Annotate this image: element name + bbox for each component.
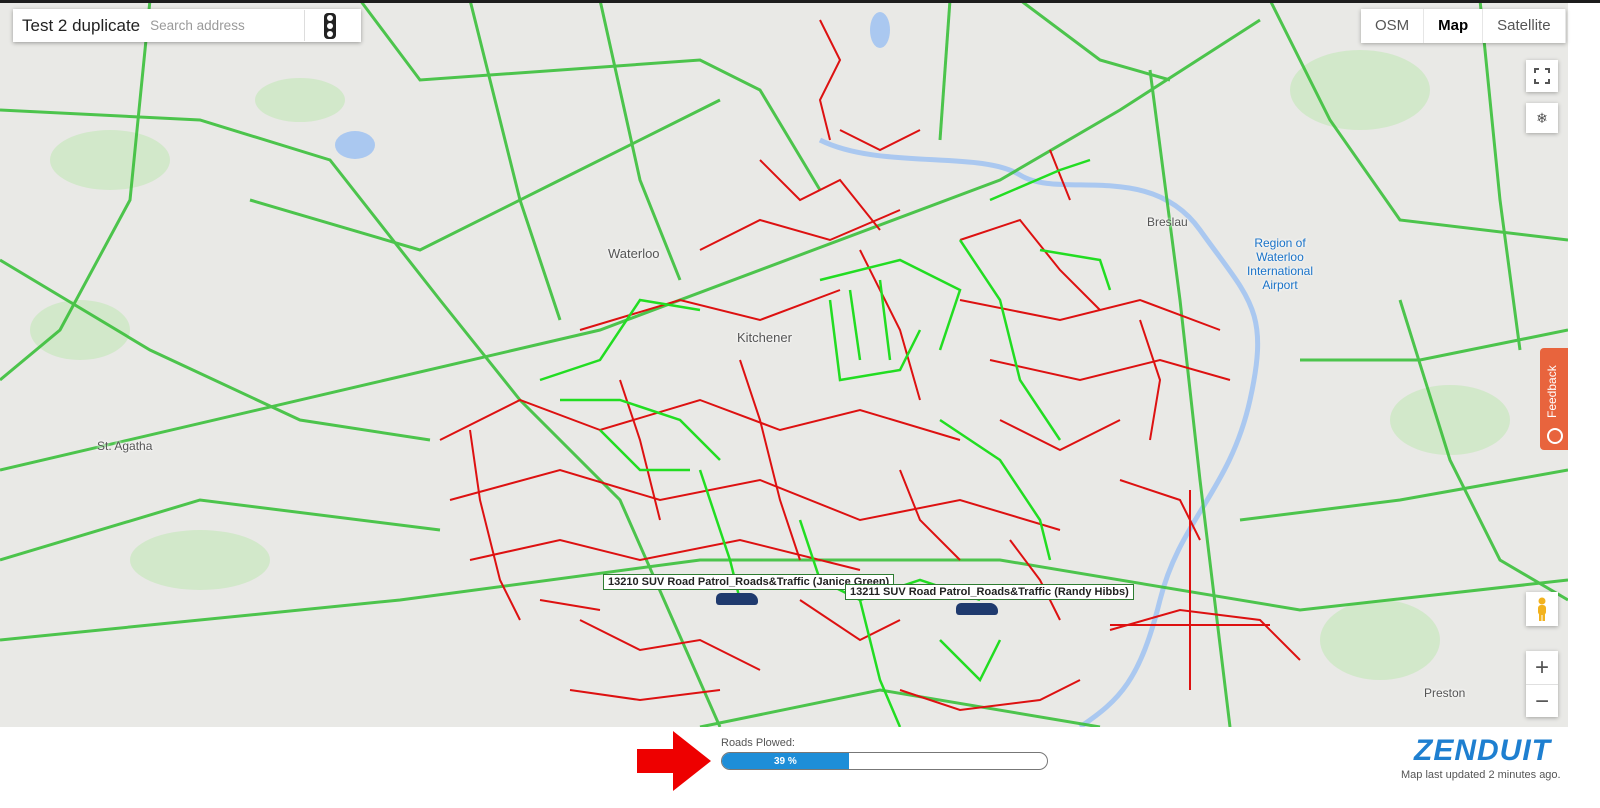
arrow-right-icon: [637, 731, 711, 791]
place-label-airport: Region of Waterloo International Airport: [1246, 236, 1314, 292]
snow-layer-button[interactable]: ❄: [1526, 103, 1558, 133]
map-type-map[interactable]: Map: [1424, 9, 1484, 43]
fullscreen-icon: [1534, 68, 1550, 84]
title-search-panel: Test 2 duplicate: [13, 9, 361, 42]
feedback-label: Feedback: [1545, 365, 1559, 418]
feedback-tab[interactable]: Feedback: [1540, 348, 1568, 450]
map-title: Test 2 duplicate: [22, 15, 141, 35]
map-roads: [0, 0, 1568, 727]
map-type-switch: OSM Map Satellite: [1361, 9, 1566, 43]
zoom-in-button[interactable]: +: [1526, 651, 1558, 685]
snowflake-icon: ❄: [1536, 109, 1548, 126]
place-label-breslau: Breslau: [1147, 215, 1188, 229]
zenduit-logo: ZENDUIT: [1414, 734, 1551, 767]
place-label-st-agatha: St. Agatha: [97, 439, 153, 453]
top-border: [0, 0, 1600, 3]
search-input[interactable]: [148, 11, 303, 40]
traffic-light-icon: [324, 12, 336, 39]
fullscreen-button[interactable]: [1526, 60, 1558, 92]
roads-plowed-progress: 39 %: [721, 752, 1048, 770]
status-footer: Roads Plowed: 39 % ZENDUIT Map last upda…: [0, 727, 1600, 808]
vehicle-label[interactable]: 13211 SUV Road Patrol_Roads&Traffic (Ran…: [845, 584, 1134, 600]
street-view-button[interactable]: [1526, 592, 1558, 626]
feedback-icon: [1547, 428, 1563, 444]
place-label-waterloo: Waterloo: [608, 246, 660, 261]
map-type-osm[interactable]: OSM: [1361, 9, 1425, 43]
vehicle-marker-icon[interactable]: [956, 603, 998, 615]
vehicle-marker-icon[interactable]: [716, 593, 758, 605]
progress-fill: 39 %: [722, 753, 849, 769]
zoom-out-button[interactable]: −: [1526, 685, 1558, 718]
place-label-preston: Preston: [1424, 686, 1466, 700]
zoom-control: + −: [1526, 651, 1558, 717]
progress-text: 39 %: [773, 755, 797, 767]
map-canvas[interactable]: Waterloo Kitchener Breslau Region of Wat…: [0, 0, 1568, 727]
pegman-icon: [1538, 597, 1546, 621]
roads-plowed-label: Roads Plowed:: [721, 737, 795, 749]
place-label-kitchener: Kitchener: [737, 330, 792, 345]
traffic-toggle-button[interactable]: [304, 10, 355, 41]
map-type-satellite[interactable]: Satellite: [1483, 9, 1566, 43]
last-updated-text: Map last updated 2 minutes ago.: [1401, 769, 1561, 781]
